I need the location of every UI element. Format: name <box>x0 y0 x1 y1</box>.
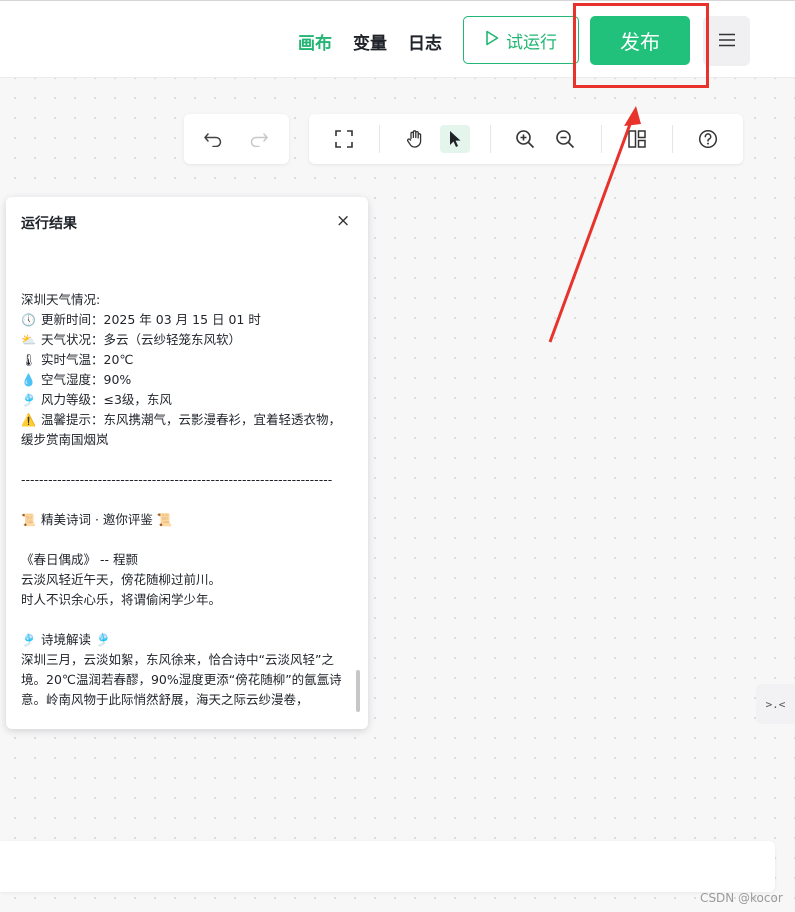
zoom-out-icon[interactable] <box>550 125 580 153</box>
zoom-in-icon[interactable] <box>510 125 540 153</box>
result-line-text: 云淡风轻近午天，傍花随柳过前川。 <box>21 572 222 587</box>
result-line: 💧 空气湿度：90% <box>21 370 351 390</box>
result-line: 🎐 风力等级：≤3级，东风 <box>21 390 351 410</box>
play-icon <box>485 30 499 51</box>
panel-scrollbar[interactable] <box>356 670 360 712</box>
tab-logs[interactable]: 日志 <box>408 29 442 54</box>
pointer-icon[interactable] <box>440 125 470 153</box>
result-line-text: 风力等级：≤3级，东风 <box>41 392 172 407</box>
hamburger-icon <box>718 32 736 51</box>
result-line <box>21 270 351 290</box>
result-line-text: 空气湿度：90% <box>41 372 132 387</box>
result-line-icon: 📜 <box>21 513 36 527</box>
redo-icon[interactable] <box>244 125 274 153</box>
result-line-text: 精美诗词 · 邀你评鉴 📜 <box>41 512 173 527</box>
result-line-icon: 🎐 <box>21 633 36 647</box>
result-line <box>21 610 351 630</box>
toolbar-divider <box>672 125 673 153</box>
result-line-text: ----------------------------------------… <box>21 472 333 487</box>
result-line <box>21 530 351 550</box>
help-icon[interactable] <box>693 125 723 153</box>
result-line: ----------------------------------------… <box>21 470 351 490</box>
trial-run-button[interactable]: 试运行 <box>463 16 579 64</box>
publish-button[interactable]: 发布 <box>590 16 690 65</box>
side-widget-button[interactable]: >.< <box>756 684 795 724</box>
panel-title: 运行结果 <box>21 216 77 232</box>
result-line-icon: ⚠️ <box>21 413 36 427</box>
publish-label: 发布 <box>620 30 660 54</box>
tab-variables[interactable]: 变量 <box>353 29 387 54</box>
result-line <box>21 490 351 510</box>
result-line: 《春日偶成》 -- 程颢 <box>21 550 351 570</box>
result-line-text: 诗境解读 🎐 <box>41 632 111 647</box>
trial-run-label: 试运行 <box>506 32 557 53</box>
toolbar-divider <box>490 125 491 153</box>
history-toolbar <box>184 114 289 164</box>
tab-canvas[interactable]: 画布 <box>298 29 332 54</box>
menu-button[interactable] <box>703 16 750 66</box>
result-line-text: 深圳三月，云淡如絮，东风徐来，恰合诗中“云淡风轻”之境。20℃温润若春醪，90%… <box>21 652 342 707</box>
result-line: 🌡 实时气温：20℃ <box>21 350 351 370</box>
result-line: 🎐 诗境解读 🎐 <box>21 630 351 650</box>
result-line-text: 温馨提示：东风携潮气，云影漫春衫，宜着轻透衣物，缓步赏南国烟岚 <box>21 412 342 447</box>
bottom-input-bar[interactable] <box>0 841 775 892</box>
run-result-panel: 运行结果 × 深圳天气情况: 🕔 更新时间：2025 年 03 月 15 日 01 … <box>6 197 368 729</box>
canvas-toolbar <box>309 114 743 164</box>
result-line-icon: 💧 <box>21 373 36 387</box>
result-line: 时人不识余心乐，将谓偷闲学少年。 <box>21 590 351 610</box>
result-line-text: 深圳天气情况: <box>21 292 101 307</box>
result-line: 云淡风轻近午天，傍花随柳过前川。 <box>21 570 351 590</box>
toolbar-divider <box>379 125 380 153</box>
result-line: 📜 精美诗词 · 邀你评鉴 📜 <box>21 510 351 530</box>
result-line-text: 实时气温：20℃ <box>41 352 134 367</box>
result-line: 🕔 更新时间：2025 年 03 月 15 日 01 时 <box>21 310 351 330</box>
result-line-text: 《春日偶成》 -- 程颢 <box>21 552 138 567</box>
run-result-output: 深圳天气情况: 🕔 更新时间：2025 年 03 月 15 日 01 时 ⛅ 天气状况：… <box>21 270 351 715</box>
result-line-icon: 🌡 <box>21 353 37 367</box>
side-widget-label: >.< <box>765 697 786 711</box>
top-header: 画布 变量 日志 试运行 发布 <box>0 0 795 78</box>
result-line-text: 更新时间：2025 年 03 月 15 日 01 时 <box>41 312 261 327</box>
result-line: ⚠️ 温馨提示：东风携潮气，云影漫春衫，宜着轻透衣物，缓步赏南国烟岚 <box>21 410 351 450</box>
result-line-text: 天气状况：多云（云纱轻笼东风软） <box>41 332 242 347</box>
fullscreen-icon[interactable] <box>329 125 359 153</box>
watermark: CSDN @kocor <box>700 891 783 905</box>
result-line: ⛅ 天气状况：多云（云纱轻笼东风软） <box>21 330 351 350</box>
result-line-icon: 🕔 <box>21 313 36 327</box>
result-line: 深圳三月，云淡如絮，东风徐来，恰合诗中“云淡风轻”之境。20℃温润若春醪，90%… <box>21 650 351 710</box>
result-line-icon: 🎐 <box>21 393 36 407</box>
layout-icon[interactable] <box>622 125 652 153</box>
result-line: 深圳天气情况: <box>21 290 351 310</box>
undo-icon[interactable] <box>198 125 228 153</box>
result-line-text: 时人不识余心乐，将谓偷闲学少年。 <box>21 592 222 607</box>
close-icon[interactable]: × <box>336 211 350 231</box>
result-line-icon: ⛅ <box>21 333 36 347</box>
result-line <box>21 450 351 470</box>
toolbar-divider <box>601 125 602 153</box>
hand-icon[interactable] <box>400 125 430 153</box>
